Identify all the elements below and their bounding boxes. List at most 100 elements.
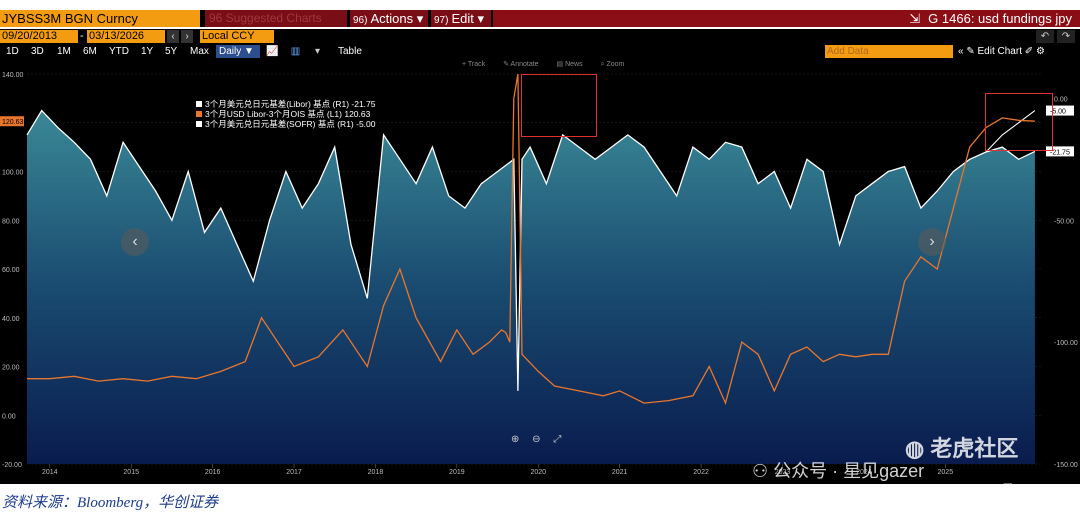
edit-chart-button[interactable]: « ✎ Edit Chart ✐ ⚙	[958, 44, 1045, 59]
annotate-label: Annotate	[510, 61, 539, 68]
period-1y[interactable]: 1Y	[141, 44, 153, 59]
bar-chart-icon[interactable]: ▥	[288, 45, 303, 58]
line-chart-icon[interactable]: 📈	[265, 45, 280, 58]
legend-item-libor-ois[interactable]: 3个月USD Libor-3个月OIS 基点 (L1) 120.63	[196, 109, 376, 119]
suggested-charts-button[interactable]: 96 Suggested Charts	[205, 10, 347, 27]
end-date-input[interactable]: 03/13/2026	[87, 30, 165, 43]
currency-select[interactable]: Local CCY	[200, 30, 274, 43]
libor-basis-area	[27, 110, 1035, 464]
gear-icon[interactable]: ⚙	[1036, 46, 1045, 57]
period-max[interactable]: Max	[190, 44, 209, 59]
news-button[interactable]: ▤ News	[557, 61, 591, 68]
period-5y[interactable]: 5Y	[165, 44, 177, 59]
actions-menu[interactable]: 96) Actions ▾	[350, 10, 428, 27]
edit-label: Edit	[451, 11, 474, 26]
legend-swatch	[196, 101, 202, 107]
legend-label: 3个月美元兑日元基差(Libor) 基点 (R1) -21.75	[205, 99, 376, 109]
left-tick-label: 140.00	[2, 72, 24, 79]
period-3d[interactable]: 3D	[31, 44, 44, 59]
collapse-icon[interactable]: «	[958, 46, 964, 57]
news-label: News	[565, 61, 583, 68]
watermark-wechat: ⚇ 公众号 · 星见gazer	[752, 457, 924, 483]
chevron-left-icon[interactable]: ‹	[121, 228, 149, 256]
right-tick-label: 0.00	[1054, 96, 1068, 103]
highlight-box-2025	[985, 93, 1053, 151]
x-tick-label: 2020	[530, 469, 546, 476]
left-tick-label: 0.00	[2, 413, 16, 420]
right-tick-label: -100.00	[1054, 340, 1078, 347]
x-tick-label: 2025	[938, 469, 954, 476]
chevron-right-icon[interactable]: ›	[918, 228, 946, 256]
edit-number: 97)	[434, 15, 449, 26]
redo-icon[interactable]: ↷	[1057, 30, 1075, 43]
x-tick-label: 2017	[286, 469, 302, 476]
actions-label: Actions	[370, 11, 414, 26]
x-tick-label: 2016	[205, 469, 221, 476]
chevron-left-icon[interactable]: ‹	[167, 30, 179, 43]
chevron-right-icon[interactable]: ›	[181, 30, 193, 43]
left-tick-label: 20.00	[2, 365, 20, 372]
ticker-field[interactable]: JYBSS3M BGN Curncy	[0, 10, 200, 27]
window-title: ⇲ G 1466: usd fundings jpy	[909, 10, 1072, 27]
undo-icon[interactable]: ↶	[1036, 30, 1054, 43]
chart-toolbar: + Track ✎ Annotate ▤ News ⌕ Zoom	[462, 60, 640, 69]
right-tick-label: -50.00	[1054, 218, 1074, 225]
left-tick-label: 40.00	[2, 316, 20, 323]
period-ytd[interactable]: YTD	[109, 44, 129, 59]
legend: 3个月美元兑日元基差(Libor) 基点 (R1) -21.75 3个月USD …	[196, 99, 376, 129]
zoom-label: Zoom	[606, 61, 625, 68]
legend-label: 3个月美元兑日元基差(SOFR) 基点 (R1) -5.00	[205, 119, 376, 129]
date-separator: -	[80, 30, 84, 42]
command-bar: JYBSS3M BGN Curncy 96 Suggested Charts 9…	[0, 10, 1080, 27]
edit-menu[interactable]: 97) Edit ▾	[431, 10, 491, 27]
zoom-reset-icon[interactable]: ⤢	[553, 434, 561, 445]
zoom-out-icon[interactable]: ⊖	[532, 434, 540, 445]
period-6m[interactable]: 6M	[83, 44, 97, 59]
window-title-text: G 1466: usd fundings jpy	[928, 11, 1072, 26]
source-caption: 资料来源：Bloomberg，华创证券	[2, 495, 219, 511]
area-fill	[27, 110, 1035, 464]
date-range-bar: 09/20/2013 - 03/13/2026 ‹ › Local CCY ↶ …	[0, 29, 1080, 44]
annotate-button[interactable]: ✎ Annotate	[503, 61, 546, 68]
edit-chart-label: Edit Chart	[977, 46, 1022, 57]
pencil-icon: ✎	[966, 46, 978, 57]
legend-swatch	[196, 111, 202, 117]
legend-item-libor-basis[interactable]: 3个月美元兑日元基差(Libor) 基点 (R1) -21.75	[196, 99, 376, 109]
legend-label: 3个月USD Libor-3个月OIS 基点 (L1) 120.63	[205, 109, 371, 119]
legend-item-sofr-basis[interactable]: 3个月美元兑日元基差(SOFR) 基点 (R1) -5.00	[196, 119, 376, 129]
frequency-select[interactable]: Daily ▼	[216, 45, 260, 58]
left-tick-label: 60.00	[2, 267, 20, 274]
right-tick-label: -150.00	[1054, 462, 1078, 469]
period-1d[interactable]: 1D	[6, 44, 19, 59]
period-1m[interactable]: 1M	[57, 44, 71, 59]
x-tick-label: 2019	[449, 469, 465, 476]
track-label: Track	[467, 61, 486, 68]
zoom-button[interactable]: ⌕ Zoom	[601, 61, 633, 68]
actions-number: 96)	[353, 15, 368, 26]
start-date-input[interactable]: 09/20/2013	[0, 30, 78, 43]
more-icon[interactable]: ▾	[310, 45, 325, 58]
add-data-input[interactable]: Add Data	[825, 45, 953, 58]
left-tick-label: 100.00	[2, 170, 24, 177]
edit-icon[interactable]: ✐	[1025, 46, 1033, 57]
x-tick-label: 2018	[368, 469, 384, 476]
track-button[interactable]: + Track	[462, 61, 493, 68]
x-tick-label: 2014	[42, 469, 58, 476]
chevron-down-icon: ▾	[473, 11, 484, 26]
left-tick-label: -20.00	[2, 462, 22, 469]
x-tick-label: 2015	[123, 469, 139, 476]
legend-swatch	[196, 121, 202, 127]
table-button[interactable]: Table	[338, 44, 362, 59]
chevron-down-icon: ▾	[413, 11, 424, 26]
zoom-controls: ⊕ ⊖ ⤢	[511, 434, 571, 445]
left-tick-label: 80.00	[2, 218, 20, 225]
x-tick-label: 2021	[612, 469, 628, 476]
bloomberg-terminal-window: { "header": { "ticker": "JYBSS3M BGN Cur…	[0, 0, 1080, 514]
period-bar: 1D 3D 1M 6M YTD 1Y 5Y Max Daily ▼ 📈 ▥ ▾ …	[0, 44, 1080, 59]
frequency-label: Daily	[219, 46, 242, 57]
external-link-icon[interactable]: ⇲	[909, 11, 920, 26]
left-current-value-label: 120.63	[2, 119, 24, 126]
zoom-in-icon[interactable]: ⊕	[511, 434, 519, 445]
chart-panel: 140.00120.00100.0080.0060.0040.0020.000.…	[0, 59, 1080, 497]
highlight-box-2019	[521, 74, 597, 137]
